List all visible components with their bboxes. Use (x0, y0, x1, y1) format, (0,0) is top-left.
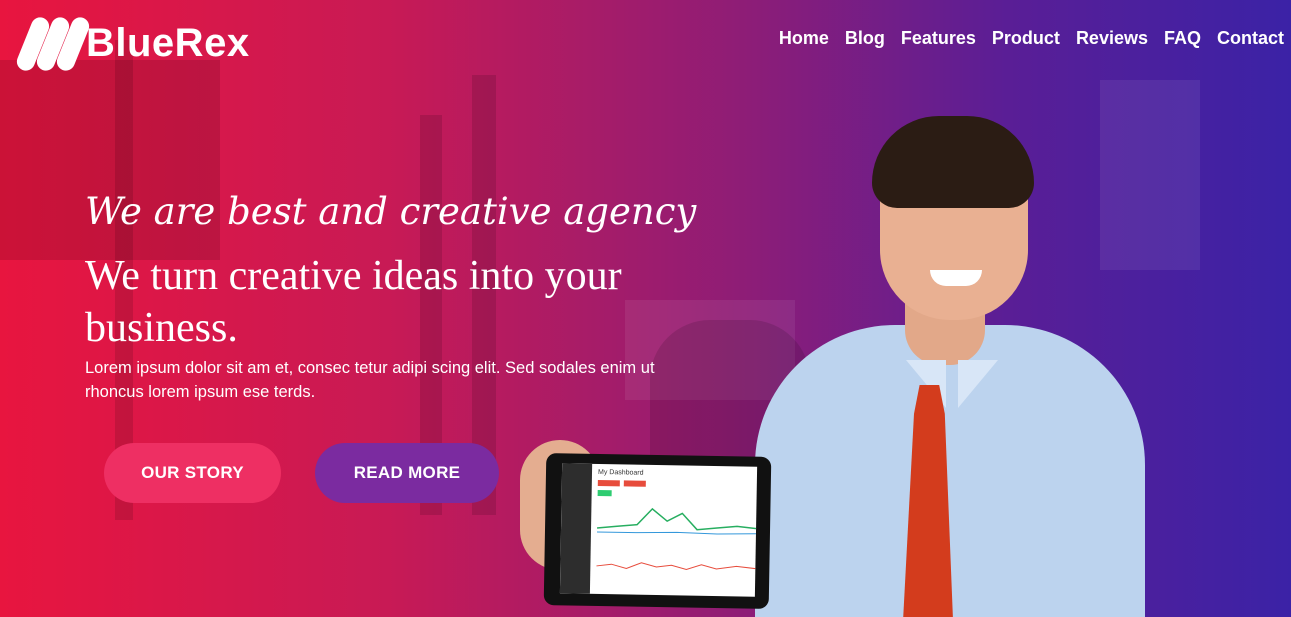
person-smile (930, 270, 982, 286)
read-more-button[interactable]: READ MORE (315, 443, 499, 503)
nav-home[interactable]: Home (779, 28, 829, 49)
dashboard-chart (596, 507, 758, 535)
dashboard-badge (623, 480, 646, 487)
tablet-image: My Dashboard (543, 453, 772, 609)
brand-name: BlueRex (86, 20, 250, 65)
nav-product[interactable]: Product (992, 28, 1060, 49)
nav-features[interactable]: Features (901, 28, 976, 49)
nav-contact[interactable]: Contact (1217, 28, 1284, 49)
bluerex-logo-icon (14, 12, 92, 74)
dashboard-sidebar (559, 463, 593, 594)
nav-reviews[interactable]: Reviews (1076, 28, 1148, 49)
logo[interactable]: BlueRex (14, 12, 250, 74)
person-hair (872, 116, 1034, 208)
shirt-collar (958, 360, 998, 408)
main-menu: Home Blog Features Product Reviews FAQ C… (779, 28, 1284, 49)
nav-blog[interactable]: Blog (845, 28, 885, 49)
dashboard-badge (597, 489, 612, 497)
our-story-button[interactable]: OUR STORY (104, 443, 281, 503)
dashboard-badge (597, 479, 620, 487)
tablet-screen: My Dashboard (559, 463, 758, 597)
dashboard-title: My Dashboard (597, 468, 644, 477)
nav-faq[interactable]: FAQ (1164, 28, 1201, 49)
top-navbar: BlueRex Home Blog Features Product Revie… (0, 0, 1291, 80)
hero-section: BlueRex Home Blog Features Product Revie… (0, 0, 1291, 617)
dashboard-chart (596, 562, 757, 571)
